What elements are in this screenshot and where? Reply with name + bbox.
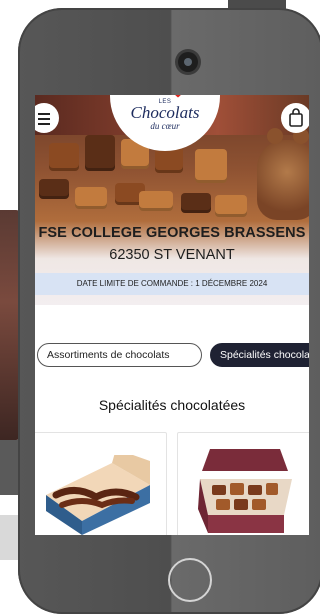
chocolate-piece (195, 149, 227, 183)
chocolate-piece (215, 195, 247, 217)
chocolate-piece (85, 135, 115, 171)
background-bar (0, 440, 20, 495)
chocolate-piece (39, 179, 69, 199)
order-deadline: DATE LIMITE DE COMMANDE : 1 DÉCEMBRE 202… (35, 273, 309, 295)
product-card[interactable] (35, 432, 167, 535)
home-button[interactable] (168, 558, 212, 602)
tab-assortiments[interactable]: Assortiments de chocolats (37, 343, 202, 367)
category-tabs: Assortiments de chocolats Spécialités ch… (37, 343, 309, 369)
product-image (46, 455, 150, 535)
camera-icon (178, 52, 198, 72)
chocolate-piece (75, 187, 107, 209)
product-card[interactable] (177, 432, 309, 535)
tab-specialites[interactable]: Spécialités chocolatées (210, 343, 309, 367)
chocolate-piece (49, 143, 79, 171)
background-bar (0, 515, 20, 560)
section-title: Spécialités chocolatées (98, 397, 246, 413)
chocolate-bear-image (257, 128, 309, 220)
logo-sub-text: du cœur (150, 121, 180, 131)
school-city: 62350 ST VENANT (109, 247, 235, 263)
hero-banner: LES Chocolats du cœur FSE COLLEGE GEORGE… (35, 95, 309, 305)
product-image (198, 449, 292, 533)
heart-icon (175, 95, 181, 98)
logo-main-text: Chocolats (130, 103, 200, 122)
school-name: FSE COLLEGE GEORGES BRASSENS (38, 225, 306, 241)
shopping-bag-icon[interactable] (281, 103, 309, 133)
chocolate-piece (139, 191, 173, 211)
phone-screen: LES Chocolats du cœur FSE COLLEGE GEORGE… (35, 95, 309, 535)
chocolate-piece (181, 193, 211, 213)
